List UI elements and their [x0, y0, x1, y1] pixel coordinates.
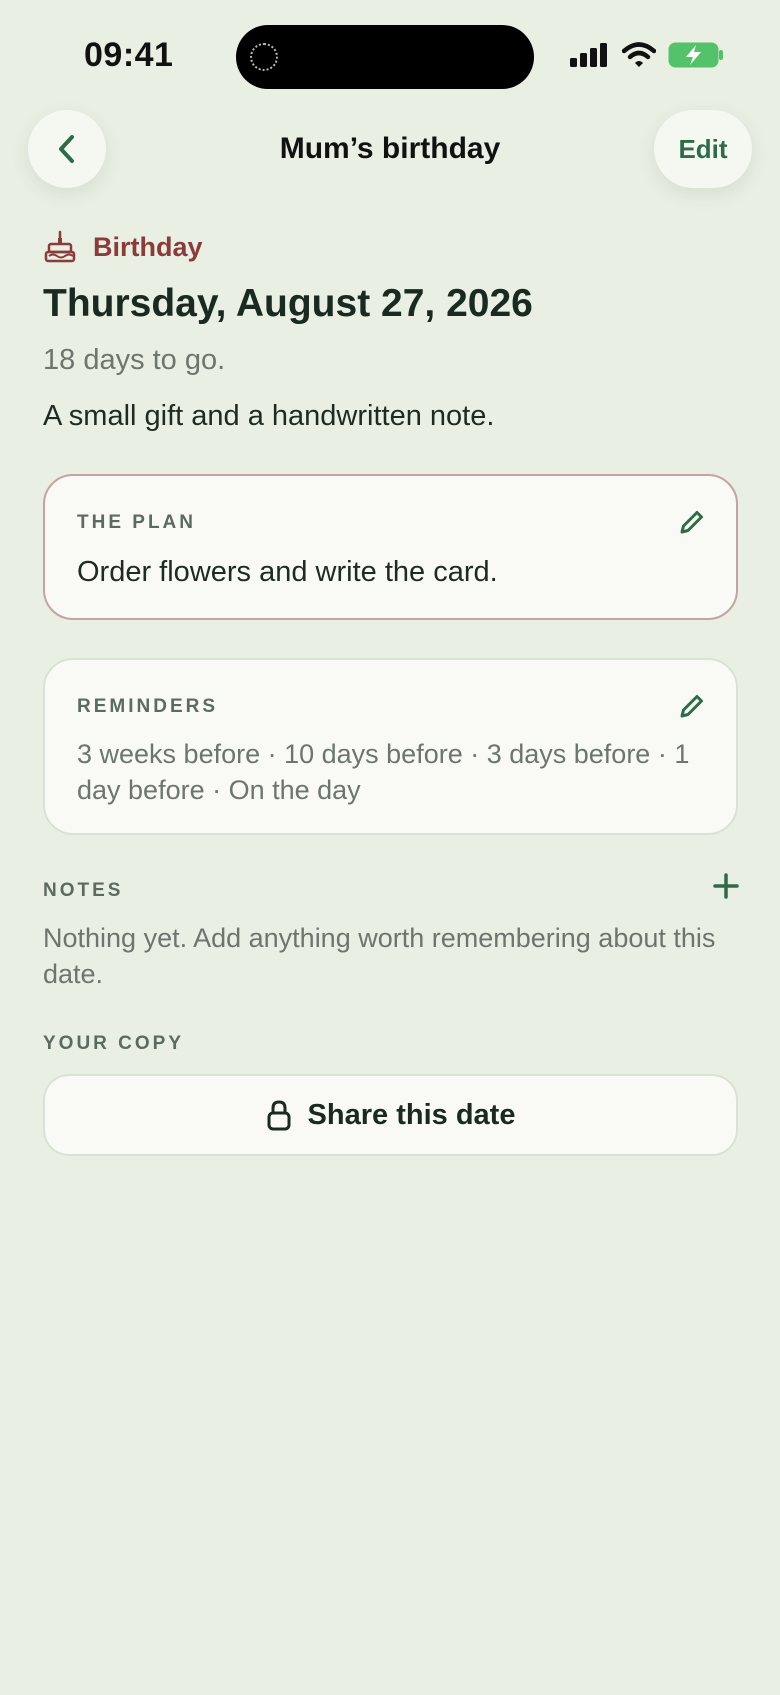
signal-icon	[570, 43, 607, 67]
reminders-label: REMINDERS	[77, 696, 219, 717]
reminders-text: 3 weeks before · 10 days before · 3 days…	[77, 739, 690, 805]
pencil-icon[interactable]	[678, 692, 706, 720]
lock-icon	[267, 1100, 291, 1131]
countdown-text: 18 days to go.	[43, 344, 226, 376]
edit-button[interactable]: Edit	[654, 110, 752, 188]
pencil-icon[interactable]	[678, 508, 706, 536]
reminders-card[interactable]: REMINDERS 3 weeks before · 10 days befor…	[43, 658, 738, 835]
cake-icon	[44, 230, 76, 263]
status-icons	[570, 42, 724, 68]
activity-indicator-icon	[250, 43, 278, 71]
event-description: A small gift and a handwritten note.	[43, 400, 495, 432]
battery-icon	[668, 42, 723, 68]
share-label: Share this date	[307, 1098, 516, 1131]
plan-text: Order flowers and write the card.	[77, 556, 498, 588]
event-date: Thursday, August 27, 2026	[43, 282, 533, 325]
dynamic-island	[236, 25, 534, 89]
plus-icon[interactable]	[712, 872, 740, 900]
status-time: 09:41	[84, 36, 174, 74]
share-button[interactable]: Share this date	[43, 1074, 738, 1156]
category-row: Birthday	[43, 230, 203, 264]
screen: 09:41 Mum’s birthday Edit Birthday Thurs…	[0, 0, 780, 1695]
plan-card[interactable]: THE PLAN Order flowers and write the car…	[43, 474, 738, 620]
plan-label: THE PLAN	[77, 512, 196, 533]
notes-empty-text: Nothing yet. Add anything worth remember…	[43, 923, 716, 989]
your-copy-label: YOUR COPY	[43, 1033, 185, 1054]
wifi-icon	[622, 42, 656, 67]
category-label: Birthday	[93, 231, 203, 262]
notes-label: NOTES	[43, 880, 124, 901]
